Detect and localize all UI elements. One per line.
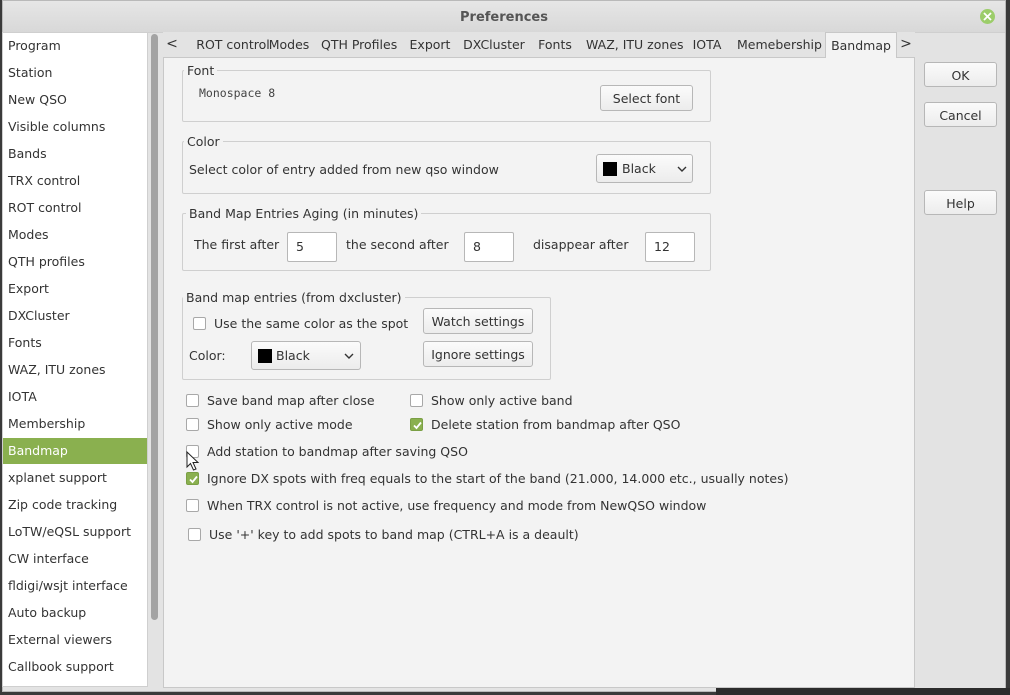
delete-after-qso-checkbox[interactable] [410, 418, 423, 431]
sidebar-item-callbook-support[interactable]: Callbook support [3, 654, 147, 680]
new-qso-color-select[interactable]: Black [596, 154, 693, 183]
only-active-band-checkbox[interactable] [410, 394, 423, 407]
only-active-mode-label: Show only active mode [207, 417, 353, 432]
ignore-band-start-label: Ignore DX spots with freq equals to the … [207, 471, 789, 486]
sidebar-item-auto-backup[interactable]: Auto backup [3, 600, 147, 626]
trx-inactive-checkbox[interactable] [186, 499, 199, 512]
aging-group-title: Band Map Entries Aging (in minutes) [186, 206, 422, 221]
sidebar-item-bandmap[interactable]: Bandmap [3, 438, 147, 464]
delete-after-qso-label: Delete station from bandmap after QSO [431, 417, 681, 432]
dx-color-select-value: Black [276, 348, 310, 363]
chevron-down-icon [677, 166, 687, 172]
tab-scroll-left-icon[interactable]: < [163, 32, 181, 58]
category-list[interactable]: Program Station New QSO Visible columns … [2, 32, 148, 687]
sidebar-item-waz-itu-zones[interactable]: WAZ, ITU zones [3, 357, 147, 383]
sidebar-item-visible-columns[interactable]: Visible columns [3, 114, 147, 140]
sidebar-item-bands[interactable]: Bands [3, 141, 147, 167]
color-select-value: Black [622, 161, 656, 176]
dx-color-swatch [258, 349, 272, 363]
tab-modes[interactable]: Modes [265, 32, 313, 58]
disappear-aging-input[interactable]: 12 [645, 232, 695, 262]
dxcluster-group-title: Band map entries (from dxcluster) [183, 290, 405, 305]
sidebar-scrollbar[interactable] [151, 34, 158, 620]
title-bar: Preferences [3, 1, 1005, 33]
sidebar-item-modes[interactable]: Modes [3, 222, 147, 248]
ignore-settings-button[interactable]: Ignore settings [423, 341, 533, 367]
color-description: Select color of entry added from new qso… [189, 162, 499, 177]
sidebar-item-dxcluster[interactable]: DXCluster [3, 303, 147, 329]
same-color-checkbox[interactable] [193, 317, 206, 330]
sidebar-item-rot-control[interactable]: ROT control [3, 195, 147, 221]
add-after-saving-label: Add station to bandmap after saving QSO [207, 444, 468, 459]
sidebar-item-fldigi-wsjt-interface[interactable]: fldigi/wsjt interface [3, 573, 147, 599]
tab-bar: < ROT control Modes QTH Profiles Export … [163, 32, 915, 59]
select-font-button[interactable]: Select font [600, 85, 693, 111]
plus-key-label: Use '+' key to add spots to band map (CT… [209, 527, 579, 542]
dx-color-select[interactable]: Black [251, 341, 361, 370]
sidebar-item-cw-interface[interactable]: CW interface [3, 546, 147, 572]
sidebar-item-export[interactable]: Export [3, 276, 147, 302]
sidebar-item-program[interactable]: Program [3, 33, 147, 59]
tab-fonts[interactable]: Fonts [537, 32, 573, 58]
check-icon [189, 475, 198, 484]
tab-export[interactable]: Export [409, 32, 451, 58]
sidebar-item-lotw-eqsl-support[interactable]: LoTW/eQSL support [3, 519, 147, 545]
only-active-band-label: Show only active band [431, 393, 573, 408]
sidebar-item-iota[interactable]: IOTA [3, 384, 147, 410]
sidebar-item-station[interactable]: Station [3, 60, 147, 86]
only-active-mode-checkbox[interactable] [186, 418, 199, 431]
bandmap-page: Font Monospace 8 Select font Color Selec… [163, 58, 915, 688]
ok-button[interactable]: OK [924, 62, 997, 87]
watch-settings-button[interactable]: Watch settings [423, 308, 533, 334]
second-aging-input[interactable]: 8 [464, 232, 514, 262]
sidebar-item-fonts[interactable]: Fonts [3, 330, 147, 356]
close-button[interactable] [980, 9, 995, 24]
tab-scroll-right-icon[interactable]: > [897, 32, 915, 58]
tab-waz-itu-zones[interactable]: WAZ, ITU zones [586, 32, 684, 58]
color-group-title: Color [184, 134, 223, 149]
tab-bandmap[interactable]: Bandmap [825, 32, 897, 59]
ignore-band-start-checkbox[interactable] [186, 472, 199, 485]
mouse-pointer-icon [186, 451, 200, 471]
window-title: Preferences [460, 10, 548, 25]
tab-qth-profiles[interactable]: QTH Profiles [321, 32, 397, 58]
trx-inactive-label: When TRX control is not active, use freq… [207, 498, 707, 513]
sidebar-item-trx-control[interactable]: TRX control [3, 168, 147, 194]
disappear-aging-label: disappear after [533, 237, 629, 252]
same-color-label: Use the same color as the spot [214, 316, 409, 331]
first-aging-input[interactable]: 5 [287, 232, 337, 262]
help-button[interactable]: Help [924, 190, 997, 215]
save-after-close-label: Save band map after close [207, 393, 375, 408]
tab-iota[interactable]: IOTA [690, 32, 724, 58]
sidebar-item-xplanet-support[interactable]: xplanet support [3, 465, 147, 491]
sidebar-item-qth-profiles[interactable]: QTH profiles [3, 249, 147, 275]
desktop-background [716, 688, 1010, 695]
plus-key-checkbox[interactable] [188, 528, 201, 541]
chevron-down-icon [344, 353, 354, 359]
close-icon [983, 12, 992, 21]
check-icon [413, 421, 422, 430]
sidebar-item-new-qso[interactable]: New QSO [3, 87, 147, 113]
font-group-title: Font [184, 63, 218, 78]
tab-memebership[interactable]: Memebership [737, 32, 822, 58]
cancel-button[interactable]: Cancel [924, 102, 997, 127]
current-font-value: Monospace 8 [199, 86, 276, 100]
sidebar-item-external-viewers[interactable]: External viewers [3, 627, 147, 653]
first-aging-label: The first after [194, 237, 280, 252]
sidebar-item-zip-code-tracking[interactable]: Zip code tracking [3, 492, 147, 518]
dx-color-label: Color: [189, 348, 226, 363]
tab-dxcluster[interactable]: DXCluster [463, 32, 525, 58]
save-after-close-checkbox[interactable] [186, 394, 199, 407]
second-aging-label: the second after [346, 237, 449, 252]
sidebar-item-membership[interactable]: Membership [3, 411, 147, 437]
color-swatch [603, 162, 617, 176]
